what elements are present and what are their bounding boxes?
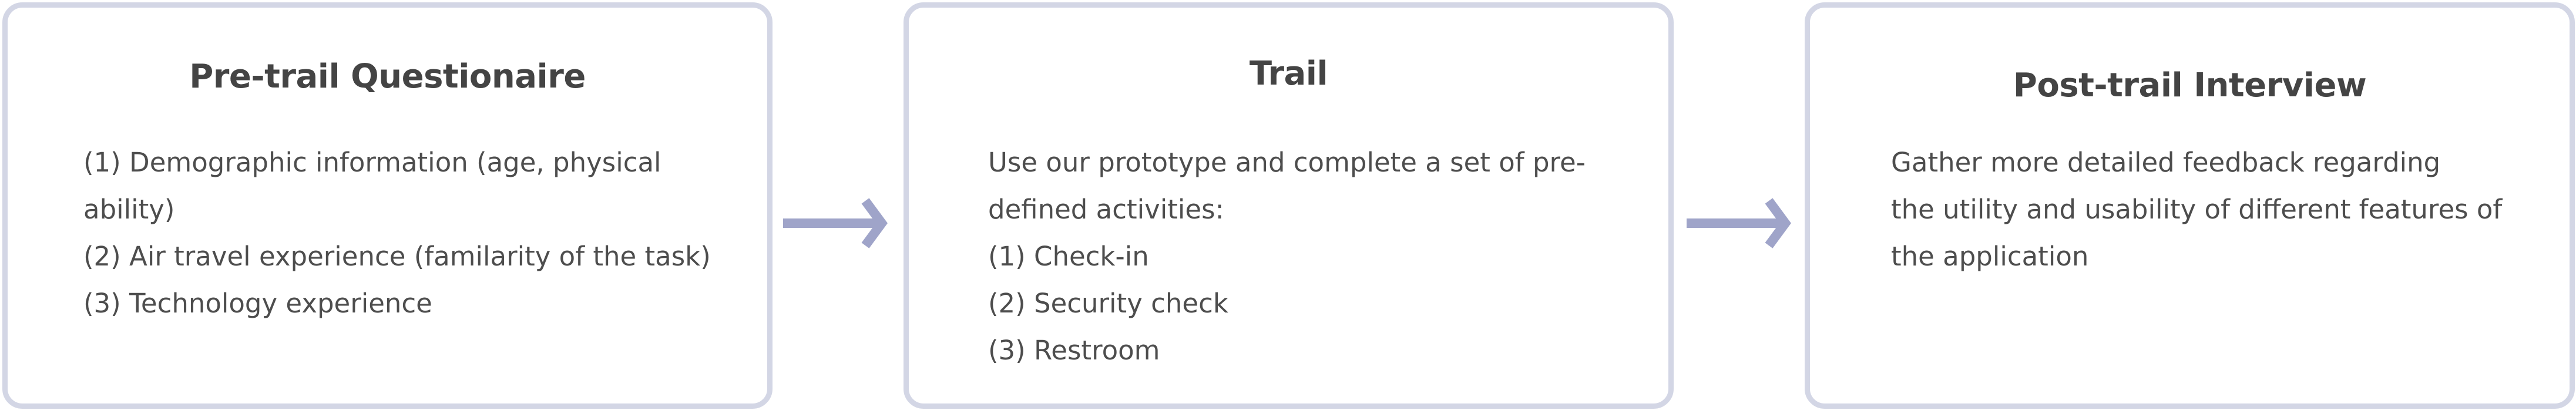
step-title: Pre-trail Questionaire xyxy=(189,58,586,96)
flow-arrow-icon xyxy=(783,198,888,248)
step-description-line: (1) Check-in xyxy=(988,241,1149,272)
step-box-trail: Trail Use our prototype and complete a s… xyxy=(904,2,1674,409)
step-description-line: (2) Air travel experience (familarity of… xyxy=(83,241,711,272)
flow-arrow-icon xyxy=(1687,198,1791,248)
step-description: (1) Demographic information (age, physic… xyxy=(83,139,765,327)
step-title: Trail xyxy=(1249,55,1328,93)
step-description-line: Use our prototype and complete a set of … xyxy=(988,147,1586,178)
step-box-post-trail-interview: Post-trail Interview Gather more detaile… xyxy=(1805,2,2575,409)
step-description-line: Gather more detailed feedback regarding xyxy=(1891,147,2441,178)
step-description-line: the utility and usability of different f… xyxy=(1891,194,2503,225)
step-title: Post-trail Interview xyxy=(2013,66,2367,105)
step-description: Gather more detailed feedback regarding … xyxy=(1891,139,2549,280)
step-description-line: (1) Demographic information (age, physic… xyxy=(83,147,661,178)
step-description-line: (3) Restroom xyxy=(988,335,1160,366)
step-description-line: defined activities: xyxy=(988,194,1224,225)
step-description-line: ability) xyxy=(83,194,175,225)
step-description-line: (3) Technology experience xyxy=(83,288,432,319)
step-description-line: the application xyxy=(1891,241,2089,272)
step-description: Use our prototype and complete a set of … xyxy=(988,139,1634,374)
step-description-line: (2) Security check xyxy=(988,288,1228,319)
step-box-pre-trail-questionaire: Pre-trail Questionaire (1) Demographic i… xyxy=(2,2,773,409)
